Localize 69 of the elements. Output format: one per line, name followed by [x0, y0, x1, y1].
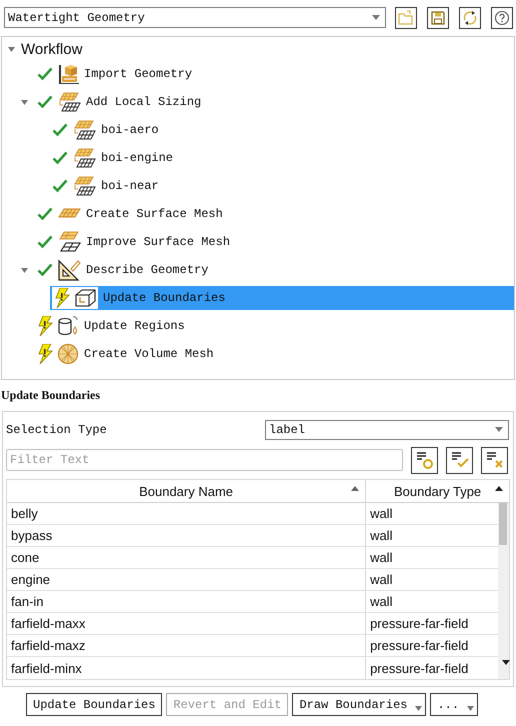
mesh-grid-icon [72, 147, 96, 169]
mesh-grid-icon [72, 175, 96, 197]
selection-type-dropdown[interactable]: label [265, 420, 509, 440]
cylinder-icon [57, 315, 79, 337]
expand-arrow-icon[interactable] [20, 98, 29, 106]
workflow-task[interactable]: boi-aero [50, 118, 514, 142]
workflow-dropdown[interactable]: Watertight Geometry [4, 7, 386, 28]
filter-button[interactable] [411, 446, 438, 474]
expand-arrow-icon[interactable] [20, 266, 29, 274]
column-header[interactable]: Boundary Name [7, 480, 366, 502]
select-all-button[interactable] [446, 446, 473, 474]
caret-icon [372, 14, 380, 20]
refresh-button[interactable] [459, 6, 481, 28]
table-cell-text: pressure-far-field [369, 637, 470, 655]
expand-arrow-icon[interactable] [7, 44, 16, 54]
mesh-grid-icon [57, 91, 81, 113]
scroll-down-icon[interactable] [502, 660, 510, 665]
table-cell-text: wall [369, 571, 394, 589]
table-cell-text: wall [369, 593, 394, 611]
scrollbar[interactable] [498, 503, 509, 679]
workflow-task[interactable]: Improve Surface Mesh [35, 230, 514, 254]
workflow-task[interactable]: Create Volume Mesh [35, 342, 514, 366]
sort-arrow-icon [495, 486, 503, 491]
dropdown-button[interactable]: ... [430, 693, 478, 716]
table-cell: engine [7, 569, 366, 590]
help-button[interactable] [491, 6, 513, 28]
column-header[interactable]: Boundary Type [366, 480, 509, 502]
workflow-task[interactable]: Update Regions [35, 314, 514, 338]
workflow-task[interactable]: Import Geometry [35, 62, 514, 86]
action-button[interactable]: Update Boundaries [26, 693, 162, 716]
table-cell-text: wall [369, 527, 394, 545]
workflow-task[interactable]: boi-near [50, 174, 514, 198]
table-cell-text: wall [369, 505, 394, 523]
mesh-grid-icon [57, 231, 81, 253]
table-cell-text: wall [369, 549, 394, 567]
table-cell: cone [7, 547, 366, 568]
scrollbar-thumb[interactable] [499, 503, 507, 545]
panel-icon [74, 288, 96, 308]
open-folder-button[interactable] [395, 6, 417, 28]
table-cell: farfield-maxz [7, 635, 366, 656]
mesh-grid-icon [72, 119, 96, 141]
list-circle-icon [414, 450, 434, 470]
table-cell-text: pressure-far-field [369, 660, 470, 678]
caret-icon [467, 706, 474, 711]
list-check-icon [450, 450, 470, 470]
table-cell: fan-in [7, 591, 366, 612]
panel-title: Update Boundaries [0, 388, 102, 404]
workflow-heading: Workflow [21, 40, 82, 58]
caret-icon [415, 706, 422, 711]
caret-icon [495, 426, 503, 432]
table-cell: belly [7, 503, 366, 524]
filter-field[interactable]: Filter Text [6, 449, 403, 471]
workflow-task[interactable]: Describe Geometry [35, 258, 514, 282]
table-cell: farfield-maxx [7, 613, 366, 634]
workflow-task[interactable]: Update Boundaries [50, 286, 514, 310]
sort-arrow-icon [351, 486, 360, 491]
table-cell: farfield-minx [7, 657, 366, 679]
list-cross-icon [484, 450, 504, 470]
dropdown-button[interactable]: Draw Boundaries [292, 693, 426, 716]
clear-selection-button[interactable] [481, 446, 508, 474]
field-label: Selection Type [6, 422, 108, 436]
mesh-sphere-icon [57, 343, 79, 365]
workflow-task[interactable]: boi-engine [50, 146, 514, 170]
save-button[interactable] [427, 6, 449, 28]
workflow-task[interactable]: Create Surface Mesh [35, 202, 514, 226]
cad-box-icon [57, 63, 79, 85]
table-cell: bypass [7, 525, 366, 546]
workflow-task[interactable]: Add Local Sizing [35, 90, 514, 114]
table-cell-text: pressure-far-field [369, 615, 470, 633]
